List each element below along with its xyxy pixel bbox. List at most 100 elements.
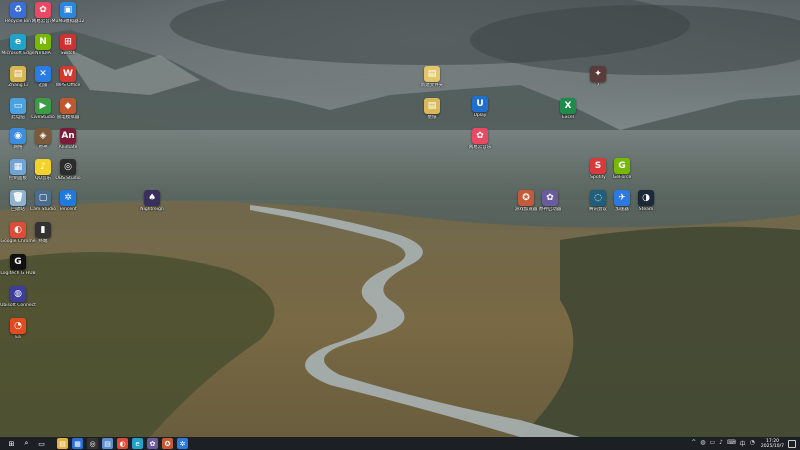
- desktop-icon-label: Animate: [58, 145, 78, 150]
- icon-2-icon: ✿: [35, 2, 51, 18]
- icon-10-icon: ▭: [10, 98, 26, 114]
- desktop-icon-label: 原神启动器: [538, 207, 562, 212]
- icon-30-icon: U: [472, 96, 488, 112]
- desktop-icon-25[interactable]: ◍ Ubisoft Connect: [0, 286, 36, 308]
- desktop-icon-label: Uplay: [473, 113, 487, 118]
- icon-14-icon: ◈: [35, 128, 51, 144]
- icon-35-icon: G: [614, 158, 630, 174]
- icon-26-icon: ◔: [10, 318, 26, 334]
- icon-15-icon: An: [60, 128, 76, 144]
- icon-16-icon: ▦: [10, 159, 26, 175]
- desktop-icon-label: Switch: [60, 51, 76, 56]
- desktop-icon-33[interactable]: ✦ 7: [580, 66, 616, 88]
- desktop-icon-label: Steam: [638, 207, 654, 212]
- desktop-icon-label: WPS Office: [55, 83, 81, 88]
- desktop-icon-label: 终端: [38, 239, 48, 244]
- icon-17-icon: ♪: [35, 159, 51, 175]
- clock[interactable]: 17:20 2025/10/7: [761, 439, 784, 449]
- desktop-icon-24[interactable]: G Logitech G HUB: [0, 254, 36, 276]
- desktop-icon-23[interactable]: ▮ 终端: [25, 222, 61, 244]
- desktop-icon-label: 7: [596, 83, 600, 88]
- tray-icon-3[interactable]: ♪: [719, 439, 723, 448]
- desktop-icon-label: Tencent: [59, 207, 77, 212]
- icon-13-icon: ◉: [10, 128, 26, 144]
- icon-37-icon: ✿: [542, 190, 558, 206]
- desktop-icon-28[interactable]: ▤ 新建文件夹: [414, 66, 450, 88]
- icon-1-icon: ♻: [10, 2, 26, 18]
- desktop-icon-label: GeForce: [612, 175, 632, 180]
- desktop-icon-37[interactable]: ✿ 原神启动器: [532, 190, 568, 212]
- desktop-icon-40[interactable]: ◑ Steam: [628, 190, 664, 212]
- desktop-icon-26[interactable]: ◔ Ea: [0, 318, 36, 340]
- desktop-icon-label: 网易云音乐: [468, 145, 492, 150]
- taskbar-pinned: ▤ ▦ ◎ ▤ ◐ e ✿ ✪ ✲: [55, 438, 190, 449]
- icon-11-icon: ▶: [35, 98, 51, 114]
- desktop-icon-label: 雷电模拟器: [56, 115, 80, 120]
- desktop-icon-32[interactable]: X Excel: [550, 98, 586, 120]
- taskbar-app1-icon[interactable]: ✿: [147, 438, 158, 449]
- icon-20-icon: ▢: [35, 190, 51, 206]
- icon-31-icon: ✿: [472, 128, 488, 144]
- desktop-icon-21[interactable]: ✲ Tencent: [50, 190, 86, 212]
- start-button[interactable]: ⊞: [6, 438, 17, 449]
- taskbar-obs-icon[interactable]: ◎: [87, 438, 98, 449]
- tray-icon-2[interactable]: ▭: [709, 439, 715, 448]
- taskbar-app2-icon[interactable]: ✪: [162, 438, 173, 449]
- icon-25-icon: ◍: [10, 286, 26, 302]
- icon-18-icon: ◎: [60, 159, 76, 175]
- tray-icon-0[interactable]: ^: [691, 439, 696, 448]
- icon-28-icon: ▤: [424, 66, 440, 82]
- taskbar-files-icon[interactable]: ▤: [102, 438, 113, 449]
- desktop-icon-12[interactable]: ◆ 雷电模拟器: [50, 98, 86, 120]
- icon-19-icon: 🗑: [10, 190, 26, 206]
- desktop-icon-27[interactable]: ♠ Nightreign: [134, 190, 170, 212]
- desktop-icon-9[interactable]: W WPS Office: [50, 66, 86, 88]
- icon-8-icon: ✕: [35, 66, 51, 82]
- taskbar: ⊞ ⌕ ▭ ▤ ▦ ◎ ▤ ◐ e ✿ ✪ ✲ ^ ◍ ▭ ♪ ⌨ 中 ◔ 17:20 2025/10/7: [0, 437, 800, 450]
- icon-5-icon: N: [35, 34, 51, 50]
- icon-33-icon: ✦: [590, 66, 606, 82]
- desktop-icon-15[interactable]: An Animate: [50, 128, 86, 150]
- task-view-icon[interactable]: ▭: [36, 438, 47, 449]
- desktop-icon-35[interactable]: G GeForce: [604, 158, 640, 180]
- icon-3-icon: ▣: [60, 2, 76, 18]
- desktop-icon-18[interactable]: ◎ OBS Studio: [50, 159, 86, 181]
- desktop-icon-30[interactable]: U Uplay: [462, 96, 498, 118]
- taskbar-app3-icon[interactable]: ✲: [177, 438, 188, 449]
- desktop-icon-label: 壁纸: [427, 115, 437, 120]
- desktop-icon-label: 新建文件夹: [420, 83, 444, 88]
- icon-40-icon: ◑: [638, 190, 654, 206]
- desktop-icon-label: OBS Studio: [55, 176, 81, 181]
- desktop-icon-29[interactable]: ▤ 壁纸: [414, 98, 450, 120]
- icon-4-icon: e: [10, 34, 26, 50]
- icon-27-icon: ♠: [144, 190, 160, 206]
- icon-6-icon: ⊞: [60, 34, 76, 50]
- wallpaper: [0, 0, 800, 437]
- taskbar-edge-icon[interactable]: e: [132, 438, 143, 449]
- taskbar-chrome-icon[interactable]: ◐: [117, 438, 128, 449]
- icon-22-icon: ◐: [10, 222, 26, 238]
- desktop-icon-3[interactable]: ▣ MuMu模拟器12: [50, 2, 86, 24]
- icon-21-icon: ✲: [60, 190, 76, 206]
- tray-icon-4[interactable]: ⌨: [727, 439, 736, 448]
- taskbar-explorer-icon[interactable]: ▤: [57, 438, 68, 449]
- desktop-icon-label: Logitech G HUB: [0, 271, 36, 276]
- icon-23-icon: ▮: [35, 222, 51, 238]
- icon-32-icon: X: [560, 98, 576, 114]
- tray-icon-5[interactable]: 中: [740, 439, 746, 448]
- tray-icon-1[interactable]: ◍: [700, 439, 705, 448]
- search-icon[interactable]: ⌕: [21, 438, 32, 449]
- desktop-icon-6[interactable]: ⊞ Switch: [50, 34, 86, 56]
- desktop-icon-label: MuMu模拟器12: [51, 19, 85, 24]
- taskbar-store-icon[interactable]: ▦: [72, 438, 83, 449]
- desktop-icon-label: Excel: [562, 115, 574, 120]
- icon-9-icon: W: [60, 66, 76, 82]
- system-tray: ^ ◍ ▭ ♪ ⌨ 中 ◔ 17:20 2025/10/7: [689, 437, 796, 450]
- desktop: ♻ Recycle Bin ✿ 网易云音乐 ▣ MuMu模拟器12 e Microsoft E…: [0, 0, 800, 437]
- tray-icon-6[interactable]: ◔: [750, 439, 755, 448]
- desktop-icon-label: Ubisoft Connect: [0, 303, 36, 308]
- desktop-icon-31[interactable]: ✿ 网易云音乐: [462, 128, 498, 150]
- notification-icon[interactable]: [788, 439, 796, 448]
- desktop-icon-label: Nightreign: [140, 207, 164, 212]
- icon-12-icon: ◆: [60, 98, 76, 114]
